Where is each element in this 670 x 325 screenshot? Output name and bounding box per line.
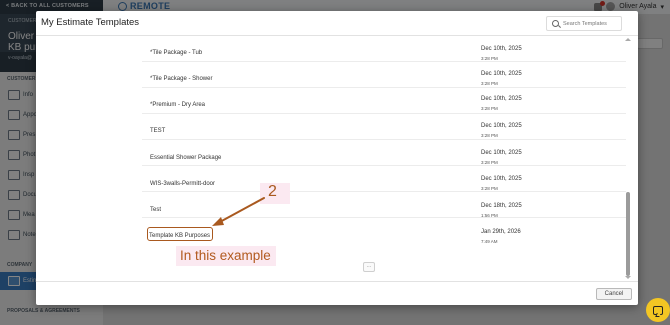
template-name[interactable]: WIS-3walls-Permitt-door [150, 181, 215, 187]
template-date: Dec 10th, 2025 [481, 96, 522, 102]
templates-list: *Tile Package - Tub Dec 10th, 2025 3:28 … [36, 37, 638, 281]
modal-header: My Estimate Templates [36, 11, 638, 36]
template-time: 3:28 PM [481, 133, 498, 138]
template-date: Dec 10th, 2025 [481, 46, 522, 52]
estimate-templates-modal: My Estimate Templates *Tile Package - Tu… [36, 11, 638, 305]
modal-footer: Cancel [36, 281, 638, 305]
template-name[interactable]: TEST [150, 128, 165, 134]
annotation-text: In this example [180, 248, 271, 263]
template-date: Dec 10th, 2025 [481, 150, 522, 156]
modal-title: My Estimate Templates [41, 17, 140, 28]
scroll-up-icon[interactable] [625, 38, 631, 41]
template-time: 7:49 AM [481, 239, 498, 244]
template-date: Dec 10th, 2025 [481, 71, 522, 77]
template-date: Jan 29th, 2026 [481, 229, 521, 235]
table-row[interactable]: Test Dec 18th, 2025 1:56 PM [142, 193, 626, 218]
chat-icon [653, 305, 663, 315]
table-row[interactable]: *Premium - Dry Area Dec 10th, 2025 3:28 … [142, 89, 626, 114]
template-date: Dec 10th, 2025 [481, 176, 522, 182]
template-time: 1:56 PM [481, 213, 498, 218]
template-date: Dec 18th, 2025 [481, 203, 522, 209]
annotation-number: 2 [268, 183, 277, 200]
template-date: Dec 10th, 2025 [481, 123, 522, 129]
highlight-box [147, 227, 213, 241]
cancel-button[interactable]: Cancel [596, 288, 632, 300]
template-name[interactable]: *Premium - Dry Area [150, 102, 205, 108]
template-time: 3:28 PM [481, 56, 498, 61]
search-box[interactable] [546, 16, 623, 31]
table-row[interactable]: WIS-3walls-Permitt-door Dec 10th, 2025 3… [142, 167, 626, 192]
template-time: 3:28 PM [481, 160, 498, 165]
search-icon [552, 20, 559, 27]
table-row[interactable]: Essential Shower Package Dec 10th, 2025 … [142, 141, 626, 166]
scrollbar[interactable] [624, 37, 632, 281]
template-name[interactable]: Test [150, 207, 161, 213]
load-more-button[interactable]: ... [363, 262, 375, 272]
template-name[interactable]: Essential Shower Package [150, 155, 221, 161]
search-input[interactable] [563, 20, 623, 27]
template-time: 3:28 PM [481, 106, 498, 111]
template-time: 3:28 PM [481, 186, 498, 191]
template-time: 3:28 PM [481, 81, 498, 86]
table-row[interactable]: *Tile Package - Shower Dec 10th, 2025 3:… [142, 63, 626, 88]
chat-button[interactable] [646, 298, 670, 322]
table-row[interactable]: Template KB Purposes Jan 29th, 2026 7:49… [142, 219, 626, 244]
table-row[interactable]: TEST Dec 10th, 2025 3:28 PM [142, 115, 626, 140]
template-name[interactable]: *Tile Package - Shower [150, 76, 212, 82]
scroll-thumb[interactable] [626, 192, 630, 276]
template-name[interactable]: *Tile Package - Tub [150, 50, 202, 56]
scroll-down-icon[interactable] [625, 276, 631, 279]
table-row[interactable]: *Tile Package - Tub Dec 10th, 2025 3:28 … [142, 37, 626, 62]
